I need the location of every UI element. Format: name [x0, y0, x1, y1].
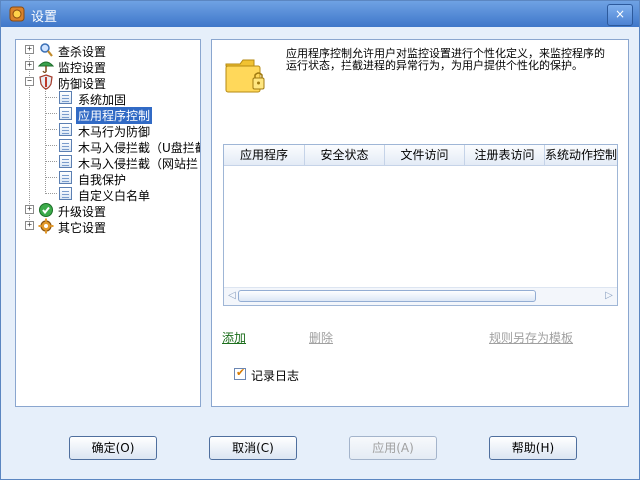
column-header-system-action[interactable]: 系统动作控制 — [545, 145, 617, 165]
tree-item-app-control[interactable]: 应用程序控制 — [16, 106, 200, 124]
document-icon — [59, 171, 72, 184]
magnifier-icon — [40, 43, 53, 57]
save-as-template-link[interactable]: 规则另存为模板 — [489, 329, 573, 346]
document-icon — [59, 139, 72, 152]
column-header-file-access[interactable]: 文件访问 — [385, 145, 465, 165]
document-icon — [59, 123, 72, 136]
app-logo-icon — [9, 6, 25, 22]
table-header: 应用程序 安全状态 文件访问 注册表访问 系统动作控制 — [224, 145, 617, 166]
panel-description: 应用程序控制允许用户对监控设置进行个性化定义，来监控程序的运行状态，拦截进程的异… — [286, 47, 605, 72]
delete-rule-link[interactable]: 删除 — [309, 329, 333, 346]
tree-item-label: 其它设置 — [58, 221, 107, 235]
app-control-panel: 应用程序控制允许用户对监控设置进行个性化定义，来监控程序的运行状态，拦截进程的异… — [211, 39, 629, 407]
document-icon — [59, 155, 72, 168]
checkmark-circle-icon — [39, 203, 53, 217]
log-checkbox[interactable]: ✔ — [234, 366, 246, 380]
apply-button[interactable]: 应用(A) — [349, 436, 437, 460]
window-title: 设置 — [31, 10, 58, 25]
document-icon — [59, 91, 72, 104]
tree-item-label: 木马入侵拦截（网站拦 — [78, 157, 199, 170]
title-bar[interactable]: 设置 × — [1, 1, 639, 27]
tree-item-defense-settings[interactable]: − 防御设置 — [16, 74, 200, 91]
expand-icon[interactable]: + — [25, 205, 34, 214]
checkmark-icon: ✔ — [236, 366, 246, 379]
tree-item-update-settings[interactable]: + 升级设置 — [16, 202, 200, 219]
scroll-left-icon[interactable]: ◁ — [226, 290, 238, 302]
expand-icon[interactable]: + — [25, 61, 34, 70]
column-header-app[interactable]: 应用程序 — [224, 145, 305, 165]
horizontal-scrollbar[interactable]: ◁ ▷ — [224, 287, 617, 305]
tree-item-monitor-settings[interactable]: + 监控设置 — [16, 58, 200, 75]
cancel-button[interactable]: 取消(C) — [209, 436, 297, 460]
tree-item-usb-intercept[interactable]: 木马入侵拦截（U盘拦截 — [16, 138, 200, 154]
close-button[interactable]: × — [607, 4, 633, 26]
add-rule-link[interactable]: 添加 — [222, 329, 246, 346]
expand-icon[interactable]: + — [25, 221, 34, 230]
tree-item-custom-whitelist[interactable]: 自定义白名单 — [16, 186, 200, 203]
folder-lock-icon — [225, 59, 265, 93]
tree-item-trojan-behavior[interactable]: 木马行为防御 — [16, 122, 200, 139]
log-checkbox-label: 记录日志 — [251, 369, 300, 383]
rules-table[interactable]: 应用程序 安全状态 文件访问 注册表访问 系统动作控制 ◁ ▷ — [223, 144, 618, 306]
document-icon — [59, 187, 72, 200]
tree-item-scan-settings[interactable]: + 查杀设置 — [16, 42, 200, 59]
tree-item-other-settings[interactable]: + 其它设置 — [16, 218, 200, 235]
dialog-button-bar: 确定(O) 取消(C) 应用(A) 帮助(H) — [1, 421, 639, 479]
column-header-registry-access[interactable]: 注册表访问 — [465, 145, 545, 165]
scroll-right-icon[interactable]: ▷ — [603, 290, 615, 302]
ok-button[interactable]: 确定(O) — [69, 436, 157, 460]
tree-item-system-hardening[interactable]: 系统加固 — [16, 90, 200, 107]
expand-icon[interactable]: + — [25, 45, 34, 54]
document-icon — [59, 107, 72, 120]
gear-icon — [38, 218, 54, 234]
scrollbar-thumb[interactable] — [238, 290, 536, 302]
shield-icon — [39, 74, 53, 90]
help-button[interactable]: 帮助(H) — [489, 436, 577, 460]
settings-tree: + 查杀设置 + 监控设置 − 防御设置 系统加固 应用程序控制 木马行为防御 … — [15, 39, 201, 407]
tree-item-label: 木马入侵拦截（U盘拦截 — [78, 141, 200, 154]
tree-item-web-intercept[interactable]: 木马入侵拦截（网站拦 — [16, 154, 200, 170]
column-header-security-status[interactable]: 安全状态 — [305, 145, 385, 165]
tree-item-self-protection[interactable]: 自我保护 — [16, 170, 200, 187]
collapse-icon[interactable]: − — [25, 77, 34, 86]
umbrella-icon — [38, 61, 54, 73]
settings-window: 设置 × + 查杀设置 + 监控设置 − 防御设置 系统加固 应用程序控制 木马… — [0, 0, 640, 480]
